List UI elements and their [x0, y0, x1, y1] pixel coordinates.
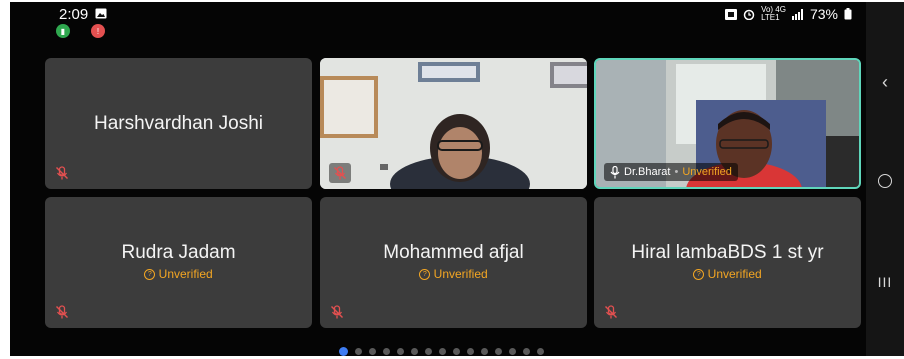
page-dot[interactable] [411, 348, 418, 355]
home-icon[interactable] [866, 174, 904, 193]
info-icon: ? [419, 269, 431, 281]
info-icon: ? [693, 269, 705, 281]
participant-tile[interactable]: Rudra Jadam ? Unverified [45, 197, 312, 328]
participant-name: Rudra Jadam [121, 242, 236, 263]
battery-percent: 73% [809, 6, 838, 22]
network-type-text: Vo) 4G LTE1 [761, 5, 786, 22]
battery-icon [844, 8, 852, 20]
alarm-icon [743, 9, 755, 20]
participant-tile[interactable]: Mohammed afjal ? Unverified [320, 197, 587, 328]
page-dot[interactable] [537, 348, 544, 355]
participant-label: Dr.Bharat • Unverified [604, 163, 738, 181]
back-icon[interactable]: ‹ [866, 72, 904, 93]
page-dot[interactable] [509, 348, 516, 355]
participant-name: Mohammed afjal [383, 242, 524, 263]
separator-dot: • [674, 166, 679, 178]
page-dot[interactable] [481, 348, 488, 355]
page-dot[interactable] [369, 348, 376, 355]
participant-tile[interactable]: Harshvardhan Joshi [45, 58, 312, 189]
page-dot[interactable] [467, 348, 474, 355]
mic-off-icon [605, 305, 617, 319]
unverified-status: ? Unverified [320, 267, 587, 281]
mic-off-icon [56, 305, 68, 319]
page-dot[interactable] [453, 348, 460, 355]
alert-app-icon: ! [91, 24, 105, 38]
unverified-label: Unverified [433, 267, 488, 281]
active-speaker-tile[interactable]: Dr.Bharat • Unverified [594, 58, 861, 189]
status-time: 2:09 [59, 6, 89, 23]
signal-icon [791, 8, 803, 20]
page-dot[interactable] [339, 347, 348, 356]
mic-off-icon [331, 305, 343, 319]
participant-name: Dr.Bharat [624, 166, 671, 178]
unverified-status: ? Unverified [45, 267, 312, 281]
network-app-icon: ▮ [56, 24, 70, 38]
page-dot[interactable] [523, 348, 530, 355]
participant-name: Harshvardhan Joshi [94, 113, 263, 134]
mic-off-icon [56, 166, 68, 180]
page-dot[interactable] [439, 348, 446, 355]
page-dot[interactable] [383, 348, 390, 355]
participant-video-tile[interactable] [320, 58, 587, 189]
mic-off-icon [334, 166, 346, 180]
page-dot[interactable] [495, 348, 502, 355]
page-indicator[interactable] [339, 347, 544, 356]
participant-name: Hiral lambaBDS 1 st yr [631, 242, 824, 263]
unverified-label: Unverified [707, 267, 762, 281]
page-dot[interactable] [397, 348, 404, 355]
android-nav-bar: ‹ III [866, 2, 904, 356]
mute-chip [329, 163, 351, 183]
notification-icon [725, 8, 738, 20]
page-dot[interactable] [425, 348, 432, 355]
participant-video-feed [320, 58, 587, 189]
unverified-label: Unverified [158, 267, 213, 281]
page-dot[interactable] [355, 348, 362, 355]
participant-tile[interactable]: Hiral lambaBDS 1 st yr ? Unverified [594, 197, 861, 328]
info-icon: ? [144, 269, 156, 281]
unverified-status: ? Unverified [594, 267, 861, 281]
unverified-label: Unverified [682, 166, 732, 178]
recents-icon[interactable]: III [866, 274, 904, 290]
mic-on-icon [610, 165, 620, 178]
status-right-group: Vo) 4G LTE1 73% [725, 6, 852, 22]
gallery-icon [95, 8, 107, 19]
